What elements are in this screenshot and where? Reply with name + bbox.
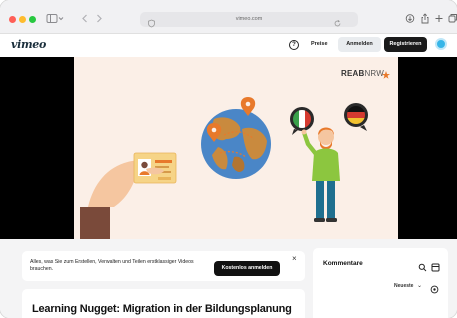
account-icon[interactable] [435, 38, 447, 50]
maximize-window-button[interactable] [29, 16, 36, 23]
share-icon[interactable] [420, 13, 430, 26]
close-icon[interactable]: × [292, 254, 297, 263]
search-icon[interactable] [418, 259, 427, 272]
help-icon[interactable]: ? [289, 40, 299, 50]
chevron-down-icon[interactable]: ⌄ [417, 282, 422, 289]
back-icon[interactable] [80, 13, 90, 26]
sort-dropdown[interactable]: Neueste [394, 283, 413, 289]
free-signup-button[interactable]: Kostenlos anmelden [214, 261, 280, 276]
signup-promo-card: Alles, was Sie zum Erstellen, Verwalten … [22, 251, 305, 281]
close-window-button[interactable] [9, 16, 16, 23]
forward-icon[interactable] [94, 13, 104, 26]
globe-icon [201, 109, 271, 179]
expand-panel-icon[interactable] [431, 259, 440, 272]
person-icon [301, 127, 340, 222]
pricing-link[interactable]: Preise [311, 41, 328, 47]
content-area: Alles, was Sie zum Erstellen, Verwalten … [0, 239, 457, 318]
video-frame[interactable]: REABNRW [74, 57, 398, 239]
new-tab-icon[interactable] [434, 13, 444, 26]
promo-text: Alles, was Sie zum Erstellen, Verwalten … [30, 259, 194, 272]
browser-window: vimeo.com vimeo ? Preise Anmelden Regist… [0, 0, 457, 318]
tab-overview-icon[interactable] [448, 13, 457, 26]
minimize-window-button[interactable] [19, 16, 26, 23]
vimeo-logo[interactable]: vimeo [11, 38, 46, 51]
reload-icon[interactable] [333, 15, 342, 27]
register-button[interactable]: Registrieren [384, 37, 427, 52]
site-header: vimeo ? Preise Anmelden Registrieren [0, 34, 457, 57]
comments-title: Kommentare [323, 260, 363, 267]
reab-star-icon [382, 71, 390, 79]
comments-panel: Kommentare Neueste ⌄ [313, 248, 448, 318]
address-bar[interactable]: vimeo.com [140, 12, 358, 28]
germany-flag-bubble-icon [344, 103, 368, 131]
video-illustration [80, 71, 390, 239]
sidebar-toggle-icon[interactable] [46, 13, 64, 26]
video-title: Learning Nugget: Migration in der Bildun… [32, 303, 292, 315]
login-button[interactable]: Anmelden [338, 37, 381, 52]
video-title-card: Learning Nugget: Migration in der Bildun… [22, 289, 305, 318]
settings-icon[interactable] [430, 281, 439, 294]
downloads-icon[interactable] [405, 13, 415, 26]
video-player[interactable]: REABNRW [0, 57, 457, 239]
browser-toolbar: vimeo.com [0, 0, 457, 34]
url-text: vimeo.com [235, 16, 263, 22]
hand-with-id-card-icon [80, 152, 177, 239]
